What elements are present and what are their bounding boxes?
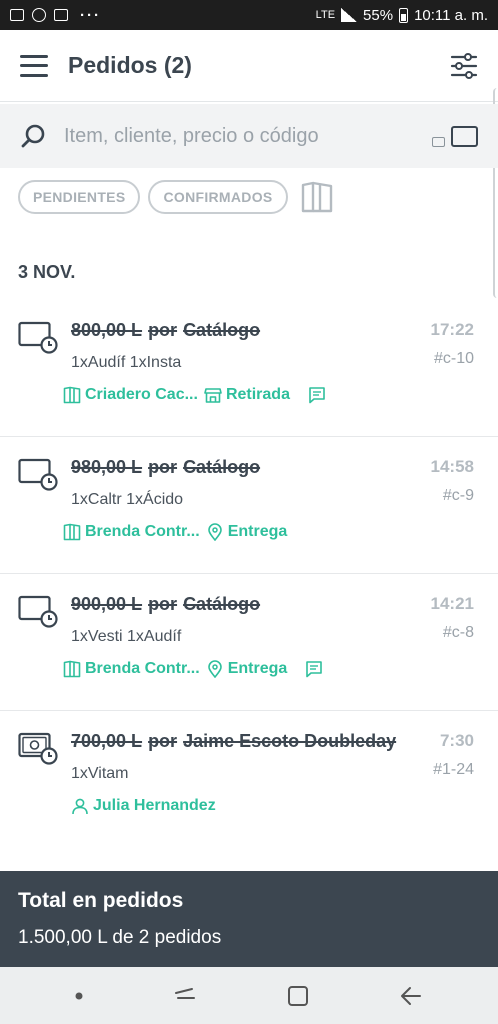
order-row[interactable]: 900,00 Lpor Catálogo 14:21 #c-8 1xVesti 1… bbox=[0, 574, 498, 711]
clock: 10:11 a. m. bbox=[414, 6, 488, 24]
total-title: Total en pedidos bbox=[18, 889, 184, 912]
search-icon bbox=[21, 124, 45, 148]
home-icon[interactable] bbox=[286, 984, 310, 1008]
delivery-type: Retirada bbox=[225, 386, 290, 403]
page-title: Pedidos (2) bbox=[68, 52, 192, 78]
date-header: 3 NOV. bbox=[18, 262, 76, 282]
order-time: 14:58 bbox=[430, 457, 474, 476]
order-time: 7:30 bbox=[439, 731, 474, 750]
signal-icon bbox=[341, 8, 358, 22]
battery-percent: 55% bbox=[363, 6, 394, 24]
notification-icons: ··· bbox=[10, 7, 101, 24]
system-status: LTE 55% 10:11 a. m. bbox=[316, 7, 488, 24]
user-icon bbox=[72, 798, 88, 815]
location-pin-icon bbox=[207, 523, 222, 541]
delivery-type: Entrega bbox=[227, 660, 288, 677]
store-icon bbox=[204, 388, 222, 403]
order-meta: Julia Hernandez bbox=[71, 797, 222, 815]
dot-indicator-icon bbox=[75, 992, 83, 999]
status-filters: PENDIENTES CONFIRMADOS bbox=[18, 180, 334, 214]
view-mode-toggle[interactable] bbox=[432, 125, 478, 147]
order-meta: Criadero Cac... Retirada bbox=[63, 386, 326, 404]
customer-name: Brenda Contr... bbox=[85, 523, 200, 540]
order-code: #c-8 bbox=[442, 624, 474, 641]
customer-name: Criadero Cac... bbox=[85, 386, 198, 403]
orders-total-summary[interactable]: Total en pedidos 1.500,00 L de 2 pedidos bbox=[0, 871, 498, 967]
order-amount: 980,00 Lpor Catálogo bbox=[71, 457, 261, 477]
search-input[interactable] bbox=[64, 124, 394, 148]
card-clock-icon bbox=[18, 595, 58, 628]
location-pin-icon bbox=[207, 660, 222, 678]
compact-view-icon[interactable] bbox=[432, 136, 445, 147]
chat-icon[interactable] bbox=[305, 660, 323, 678]
back-icon[interactable] bbox=[398, 984, 424, 1008]
search-bar bbox=[0, 104, 498, 168]
more-notifications-icon: ··· bbox=[80, 6, 101, 24]
orders-list: 800,00 Lpor Catálogo 17:22 #c-10 1xAudíf … bbox=[0, 300, 498, 848]
customer-name: Brenda Contr... bbox=[85, 660, 200, 677]
order-meta: Brenda Contr... Entrega bbox=[63, 660, 323, 678]
order-code: #1-24 bbox=[433, 761, 474, 778]
order-amount: 800,00 Lpor Catálogo bbox=[71, 320, 261, 340]
filter-chip-confirmed[interactable]: CONFIRMADOS bbox=[148, 180, 288, 214]
lte-label: LTE bbox=[315, 9, 336, 21]
order-items: 1xVitam bbox=[71, 765, 129, 782]
order-items: 1xAudíf 1xInsta bbox=[71, 354, 182, 371]
battery-icon bbox=[399, 7, 409, 23]
order-amount: 900,00 Lpor Catálogo bbox=[71, 594, 261, 614]
app-bar: Pedidos (2) bbox=[0, 30, 498, 102]
catalog-icon bbox=[63, 386, 81, 404]
filter-settings-icon[interactable] bbox=[450, 52, 478, 79]
order-amount: 700,00 Lpor Jaime Escoto Doubleday bbox=[71, 731, 397, 751]
android-nav-bar bbox=[0, 967, 498, 1024]
catalog-filter-icon[interactable] bbox=[300, 180, 334, 214]
order-row[interactable]: 700,00 Lpor Jaime Escoto Doubleday 7:30 #… bbox=[0, 711, 498, 848]
delivery-type: Entrega bbox=[227, 523, 288, 540]
card-clock-icon bbox=[18, 458, 58, 491]
order-time: 17:22 bbox=[430, 320, 474, 339]
catalog-icon bbox=[63, 523, 81, 541]
order-items: 1xVesti 1xAudíf bbox=[71, 628, 182, 645]
order-time: 14:21 bbox=[430, 594, 474, 613]
hamburger-menu-icon[interactable] bbox=[20, 54, 48, 77]
card-clock-icon bbox=[18, 321, 58, 354]
catalog-icon bbox=[63, 660, 81, 678]
order-row[interactable]: 980,00 Lpor Catálogo 14:58 #c-9 1xCaltr 1… bbox=[0, 437, 498, 574]
filter-chip-pending[interactable]: PENDIENTES bbox=[18, 180, 141, 214]
total-summary: 1.500,00 L de 2 pedidos bbox=[18, 927, 222, 948]
expanded-view-icon[interactable] bbox=[451, 125, 478, 147]
status-bar: ··· LTE 55% 10:11 a. m. bbox=[0, 0, 498, 30]
order-items: 1xCaltr 1xÁcido bbox=[71, 491, 184, 508]
order-code: #c-10 bbox=[433, 350, 474, 367]
mail-icon bbox=[54, 9, 68, 21]
order-meta: Brenda Contr... Entrega bbox=[63, 523, 293, 541]
customer-name: Julia Hernandez bbox=[93, 797, 216, 814]
cash-clock-icon bbox=[18, 732, 58, 765]
chat-icon[interactable] bbox=[308, 386, 326, 404]
order-code: #c-9 bbox=[442, 487, 474, 504]
recents-icon[interactable] bbox=[172, 984, 198, 1008]
gallery-icon bbox=[10, 9, 24, 21]
order-row[interactable]: 800,00 Lpor Catálogo 17:22 #c-10 1xAudíf … bbox=[0, 300, 498, 437]
b-icon bbox=[32, 8, 46, 22]
